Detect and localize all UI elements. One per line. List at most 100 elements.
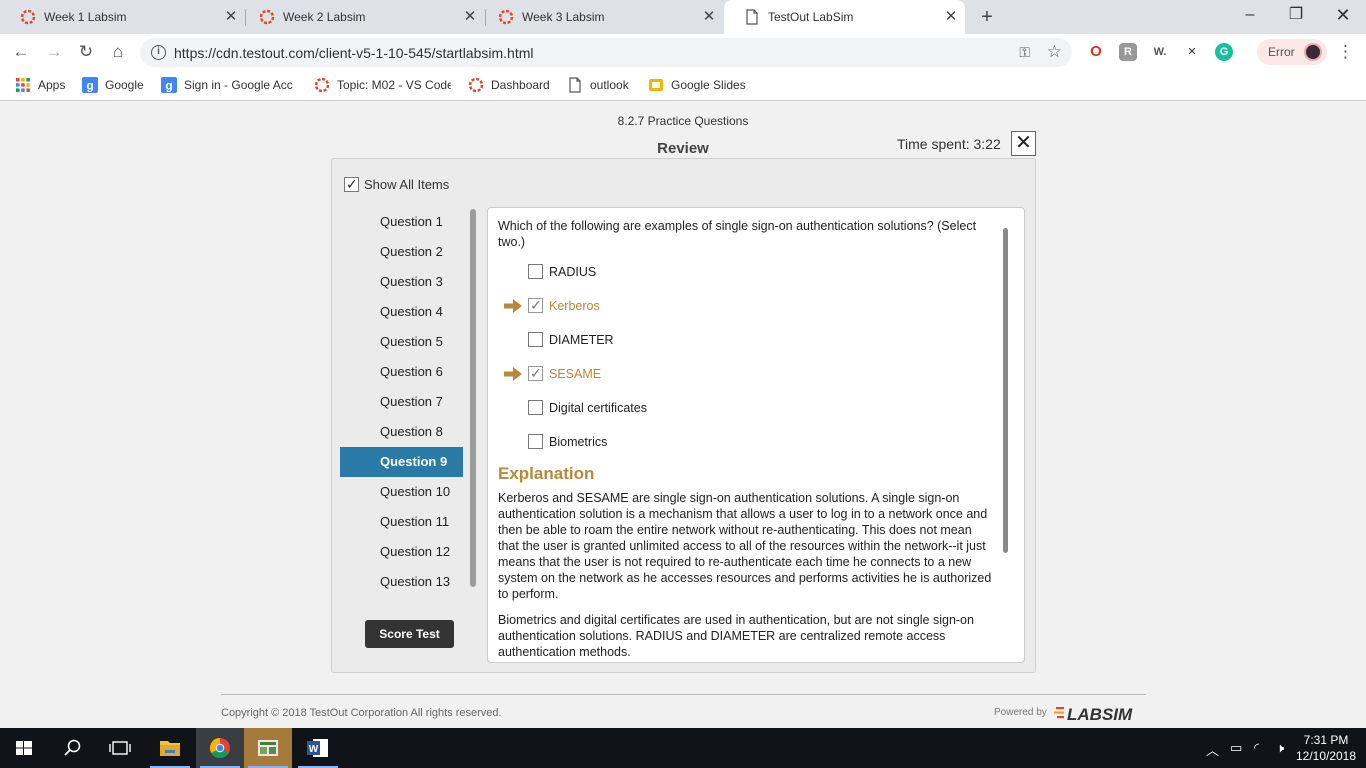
answer-option[interactable]: Digital certificates <box>498 400 993 434</box>
close-review-button[interactable]: ✕ <box>1011 131 1036 156</box>
question-list-item[interactable]: Question 1 <box>340 207 463 237</box>
bookmark-star-icon[interactable]: ☆ <box>1047 42 1062 62</box>
browser-tabstrip: Week 1 Labsim ✕ Week 2 Labsim ✕ Week 3 L… <box>0 0 1366 34</box>
slides-icon <box>649 79 663 91</box>
copyright-text: Copyright © 2018 TestOut Corporation All… <box>221 707 502 719</box>
question-list-item[interactable]: Question 4 <box>340 297 463 327</box>
answer-label: RADIUS <box>549 265 597 279</box>
question-list-item[interactable]: Question 2 <box>340 237 463 267</box>
question-list-item[interactable]: Question 11 <box>340 507 463 537</box>
window-close-icon[interactable]: ✕ <box>1333 5 1353 25</box>
bookmark-label: Google <box>105 78 144 92</box>
extension-w-icon[interactable]: W. <box>1151 43 1169 61</box>
explanation-paragraph: Kerberos and SESAME are single sign-on a… <box>498 491 992 601</box>
question-content: Which of the following are examples of s… <box>487 207 1025 663</box>
answer-label: SESAME <box>549 367 602 381</box>
restore-icon[interactable]: ❐ <box>1286 5 1306 25</box>
battery-icon[interactable]: ▭ <box>1230 740 1242 756</box>
bookmark-label: Sign in - Google Acc <box>184 78 293 92</box>
answer-option-correct[interactable]: SESAME <box>498 365 993 400</box>
tab-close-icon[interactable]: ✕ <box>462 9 478 25</box>
browser-tab[interactable]: Week 3 Labsim ✕ <box>478 0 723 34</box>
grammarly-icon[interactable]: G <box>1215 43 1233 61</box>
answer-checkbox[interactable] <box>528 297 543 314</box>
bookmark-label: outlook <box>590 78 629 92</box>
tab-close-icon[interactable]: ✕ <box>943 9 959 25</box>
question-list-item[interactable]: Question 13 <box>340 567 463 597</box>
tab-title: Week 2 Labsim <box>283 10 366 24</box>
bookmark-topic[interactable]: Topic: M02 - VS Code <box>314 77 451 93</box>
address-bar[interactable]: i https://cdn.testout.com/client-v5-1-10… <box>140 38 1072 67</box>
labsim-app-icon[interactable] <box>244 728 292 768</box>
profile-error-button[interactable]: Error <box>1257 39 1327 65</box>
reload-icon[interactable]: ↻ <box>76 42 96 62</box>
answer-checkbox[interactable] <box>528 434 543 449</box>
answer-option[interactable]: Biometrics <box>498 434 993 468</box>
bookmark-google-slides[interactable]: Google Slides <box>648 77 746 93</box>
new-tab-icon[interactable]: + <box>977 7 997 27</box>
browser-tab[interactable]: Week 1 Labsim ✕ <box>0 0 245 34</box>
question-text: Which of the following are examples of s… <box>498 219 977 249</box>
back-arrow-icon[interactable]: ← <box>11 42 31 62</box>
word-icon[interactable]: W <box>294 728 342 768</box>
score-test-button[interactable]: Score Test <box>365 620 454 648</box>
question-list-item[interactable]: Question 5 <box>340 327 463 357</box>
tab-close-icon[interactable]: ✕ <box>223 9 239 25</box>
question-list-item[interactable]: Question 7 <box>340 387 463 417</box>
answer-checkbox[interactable] <box>528 264 543 279</box>
opera-extension-icon[interactable]: O <box>1087 43 1105 61</box>
file-explorer-icon[interactable] <box>146 728 194 768</box>
svg-text:W: W <box>309 744 319 755</box>
question-list-item-active[interactable]: Question 9 <box>340 447 463 477</box>
bookmark-apps[interactable]: Apps <box>15 77 65 93</box>
answer-checkbox[interactable] <box>528 365 543 382</box>
answer-option-correct[interactable]: Kerberos <box>498 297 993 332</box>
question-list-item[interactable]: Question 8 <box>340 417 463 447</box>
labsim-favicon-icon <box>498 9 514 25</box>
task-view-icon[interactable] <box>96 728 144 768</box>
show-all-checkbox[interactable] <box>344 176 359 193</box>
content-scrollbar[interactable] <box>1003 228 1008 553</box>
browser-tab-active[interactable]: TestOut LabSim ✕ <box>724 0 965 34</box>
question-list-item[interactable]: Question 6 <box>340 357 463 387</box>
labsim-logo[interactable]: LABSIM <box>1054 702 1148 724</box>
browser-tab[interactable]: Week 2 Labsim ✕ <box>239 0 484 34</box>
google-icon: g <box>82 77 98 93</box>
answer-option[interactable]: RADIUS <box>498 264 993 298</box>
answer-option[interactable]: DIAMETER <box>498 332 993 366</box>
labsim-favicon-icon <box>259 9 275 25</box>
footer-divider <box>221 694 1146 695</box>
show-hidden-icons-icon[interactable]: ︿ <box>1206 740 1219 759</box>
browser-menu-icon[interactable]: ⋮ <box>1337 43 1354 61</box>
windows-start-icon[interactable] <box>0 728 48 768</box>
extension-r-icon[interactable]: R <box>1119 43 1137 61</box>
correct-arrow-icon <box>504 299 522 313</box>
chrome-icon[interactable] <box>196 728 244 768</box>
forward-arrow-icon[interactable]: → <box>44 42 64 62</box>
search-icon[interactable] <box>48 728 96 768</box>
key-icon[interactable]: ⚿ <box>1019 44 1030 61</box>
bookmark-sign-in[interactable]: g Sign in - Google Acc <box>161 77 298 93</box>
extension-x-icon[interactable]: ✕ <box>1183 43 1201 61</box>
bookmark-google[interactable]: g Google <box>82 77 144 93</box>
site-info-icon[interactable]: i <box>151 45 166 60</box>
avatar <box>1304 43 1322 61</box>
tab-close-icon[interactable]: ✕ <box>701 9 717 25</box>
system-clock[interactable]: 7:31 PM 12/10/2018 <box>1294 732 1358 764</box>
bookmark-outlook[interactable]: outlook <box>567 77 629 93</box>
question-list: Question 1 Question 2 Question 3 Questio… <box>340 207 463 597</box>
browser-toolbar: ← → ↻ ⌂ i https://cdn.testout.com/client… <box>0 34 1366 70</box>
question-list-item[interactable]: Question 12 <box>340 537 463 567</box>
question-list-item[interactable]: Question 3 <box>340 267 463 297</box>
volume-muted-icon[interactable]: 🕨 <box>1276 740 1284 756</box>
answer-checkbox[interactable] <box>528 332 543 347</box>
bookmarks-bar: Apps g Google g Sign in - Google Acc Top… <box>0 70 1366 101</box>
answer-checkbox[interactable] <box>528 400 543 415</box>
show-all-toggle[interactable]: Show All Items <box>344 176 449 193</box>
home-icon[interactable]: ⌂ <box>108 42 128 62</box>
wifi-icon[interactable]: ◜ <box>1254 740 1259 756</box>
question-list-item[interactable]: Question 10 <box>340 477 463 507</box>
question-list-scrollbar[interactable] <box>470 209 476 587</box>
bookmark-dashboard[interactable]: Dashboard <box>468 77 550 93</box>
minimize-icon[interactable]: – <box>1240 5 1260 25</box>
